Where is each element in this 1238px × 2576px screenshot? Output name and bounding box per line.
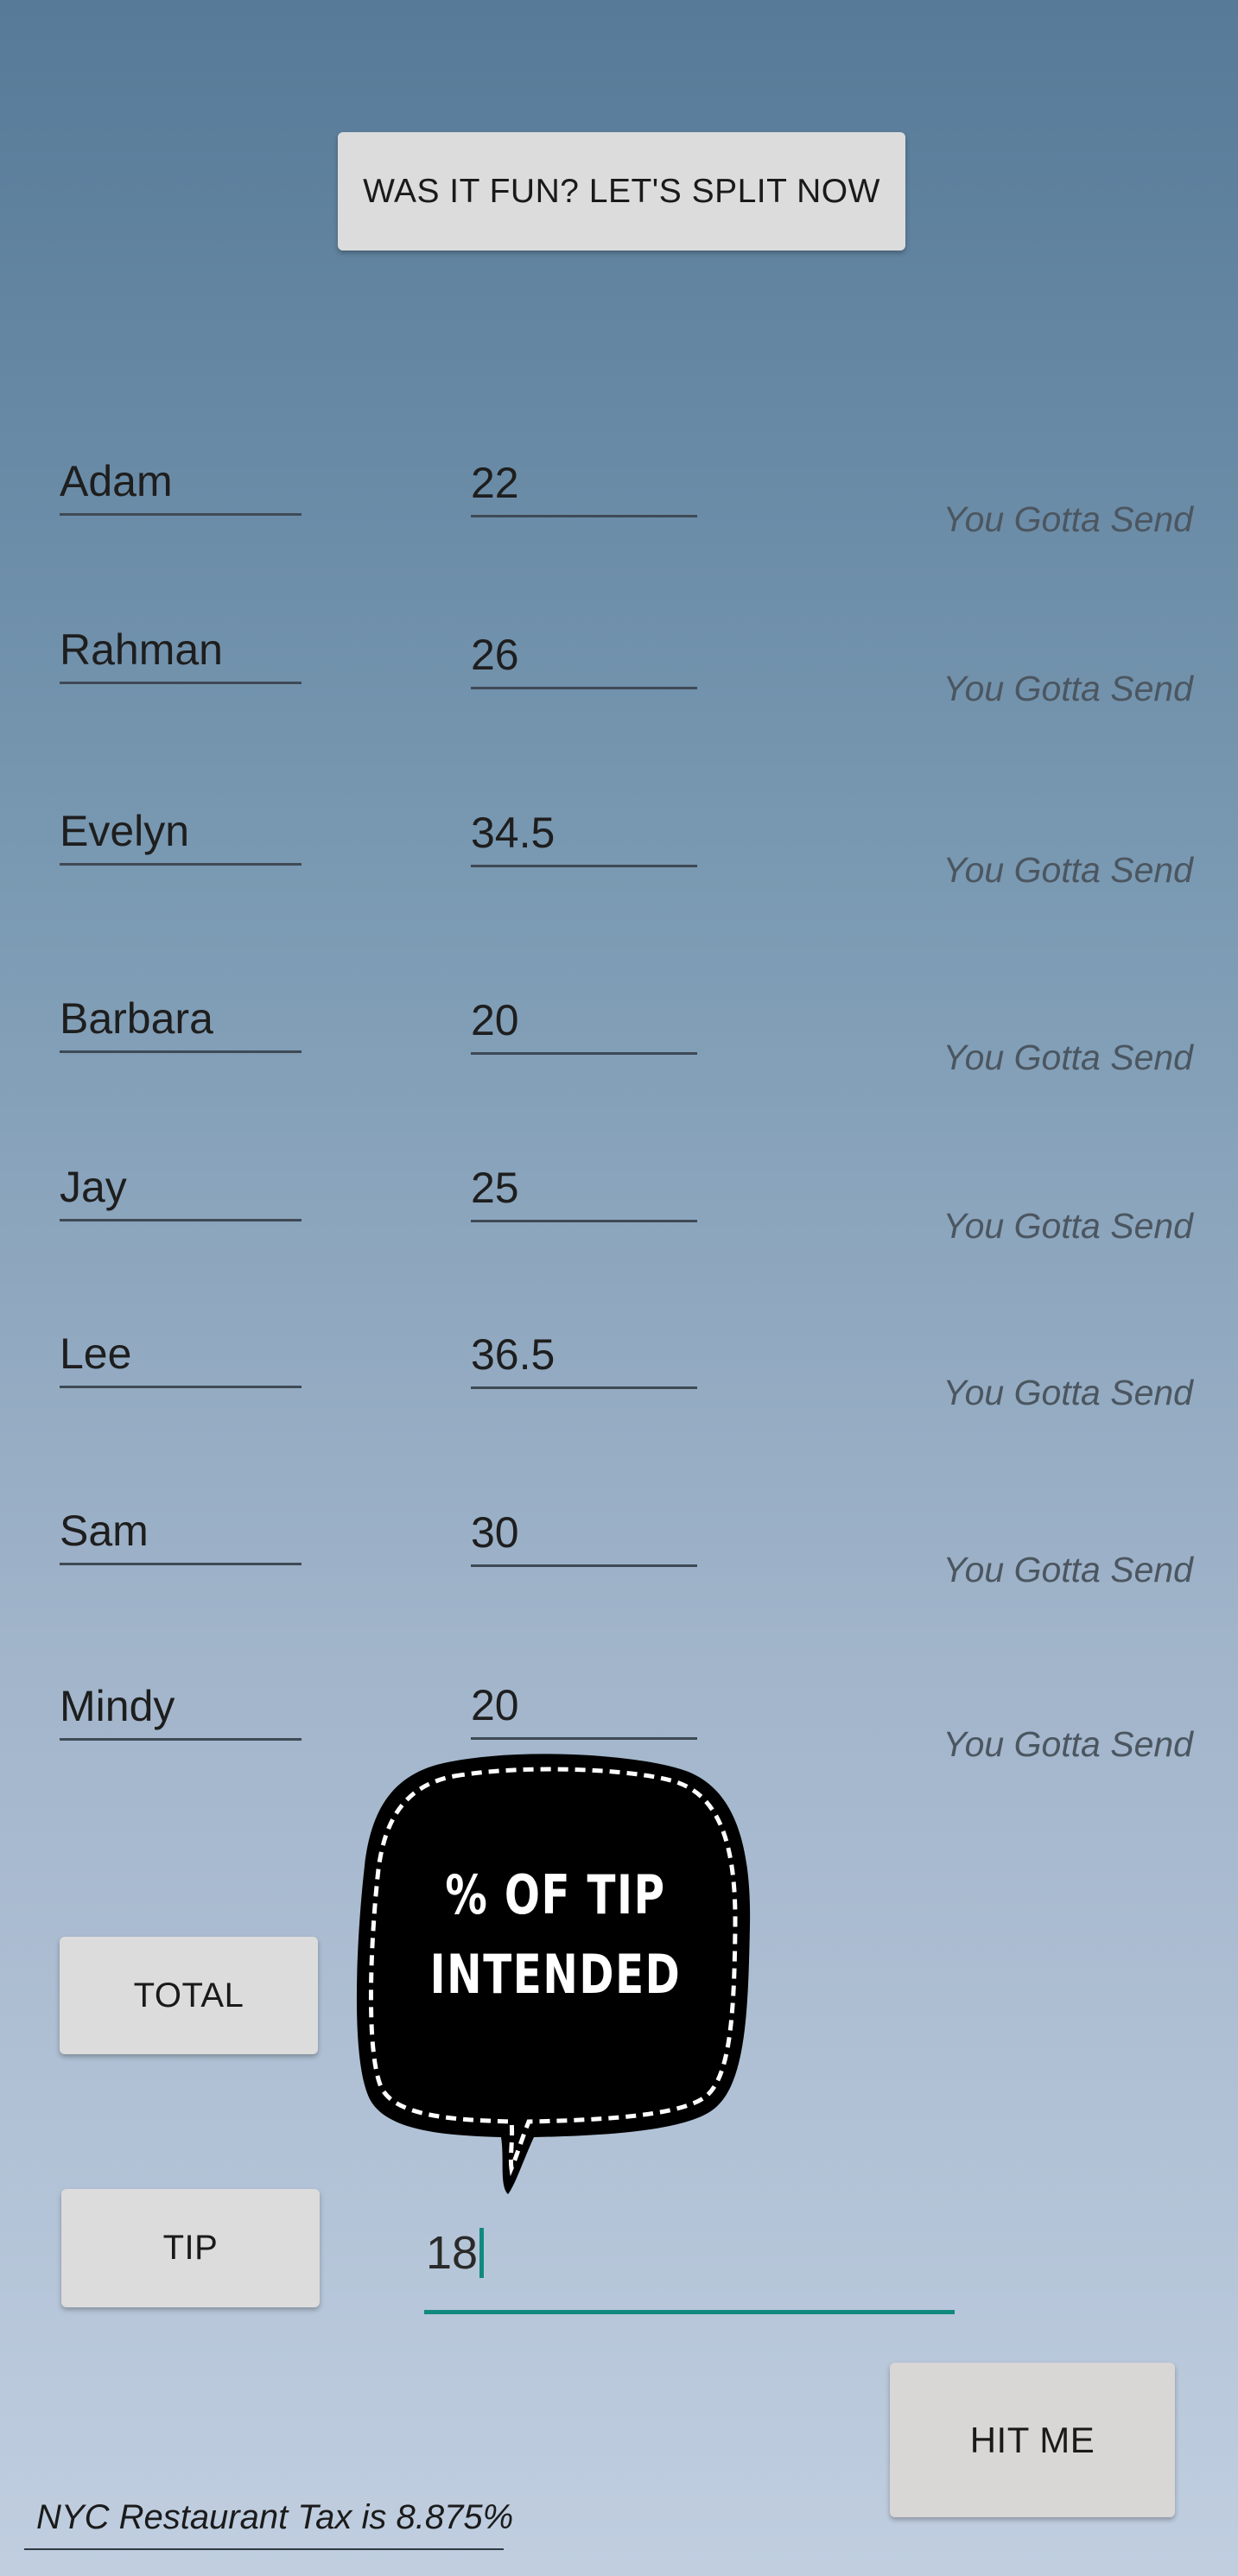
split-now-button[interactable]: WAS IT FUN? LET'S SPLIT NOW bbox=[338, 132, 905, 251]
hit-me-button[interactable]: HIT ME bbox=[890, 2363, 1175, 2517]
bubble-line-2: INTENDED bbox=[429, 1943, 682, 2006]
bubble-line-1: % OF TIP bbox=[445, 1863, 666, 1926]
tip-percent-input[interactable]: 18 bbox=[424, 2211, 955, 2314]
person-row: Rahman 26 You Gotta Send bbox=[0, 619, 1238, 748]
person-amount-field[interactable]: 34.5 bbox=[471, 803, 697, 867]
send-amount-label: You Gotta Send bbox=[943, 1037, 1193, 1077]
send-amount-label: You Gotta Send bbox=[943, 1373, 1193, 1412]
send-amount-label: You Gotta Send bbox=[943, 850, 1193, 890]
person-amount-field[interactable]: 20 bbox=[471, 1676, 697, 1740]
person-name-field[interactable]: Sam bbox=[60, 1501, 302, 1565]
person-row: Adam 22 You Gotta Send bbox=[0, 449, 1238, 579]
send-amount-label: You Gotta Send bbox=[943, 499, 1193, 539]
person-name-field[interactable]: Jay bbox=[60, 1158, 302, 1221]
tip-button[interactable]: TIP bbox=[61, 2189, 320, 2307]
person-amount-field[interactable]: 22 bbox=[471, 454, 697, 517]
person-name-field[interactable]: Mindy bbox=[60, 1677, 302, 1741]
send-amount-label: You Gotta Send bbox=[943, 1206, 1193, 1246]
text-cursor bbox=[479, 2227, 485, 2278]
person-amount-field[interactable]: 30 bbox=[471, 1503, 697, 1567]
person-row: Lee 36.5 You Gotta Send bbox=[0, 1323, 1238, 1452]
person-name-field[interactable]: Adam bbox=[60, 452, 302, 516]
person-row: Jay 25 You Gotta Send bbox=[0, 1155, 1238, 1285]
person-row: Evelyn 34.5 You Gotta Send bbox=[0, 799, 1238, 929]
person-name-field[interactable]: Rahman bbox=[60, 620, 302, 684]
tip-hint-speech-bubble: % OF TIP INTENDED bbox=[352, 1754, 759, 2203]
person-amount-field[interactable]: 20 bbox=[471, 991, 697, 1055]
person-name-field[interactable]: Evelyn bbox=[60, 802, 302, 866]
person-row: Barbara 20 You Gotta Send bbox=[0, 987, 1238, 1116]
person-name-field[interactable]: Lee bbox=[60, 1324, 302, 1388]
tax-note: NYC Restaurant Tax is 8.875% bbox=[24, 2490, 513, 2550]
send-amount-label: You Gotta Send bbox=[943, 669, 1193, 708]
person-row: Sam 30 You Gotta Send bbox=[0, 1500, 1238, 1629]
tip-input-value: 18 bbox=[426, 2227, 479, 2279]
person-name-field[interactable]: Barbara bbox=[60, 989, 302, 1053]
person-amount-field[interactable]: 36.5 bbox=[471, 1325, 697, 1389]
person-amount-field[interactable]: 25 bbox=[471, 1158, 697, 1222]
send-amount-label: You Gotta Send bbox=[943, 1550, 1193, 1589]
bubble-text: % OF TIP INTENDED bbox=[397, 1754, 714, 2116]
total-button[interactable]: TOTAL bbox=[60, 1937, 318, 2054]
person-amount-field[interactable]: 26 bbox=[471, 625, 697, 689]
send-amount-label: You Gotta Send bbox=[943, 1724, 1193, 1764]
